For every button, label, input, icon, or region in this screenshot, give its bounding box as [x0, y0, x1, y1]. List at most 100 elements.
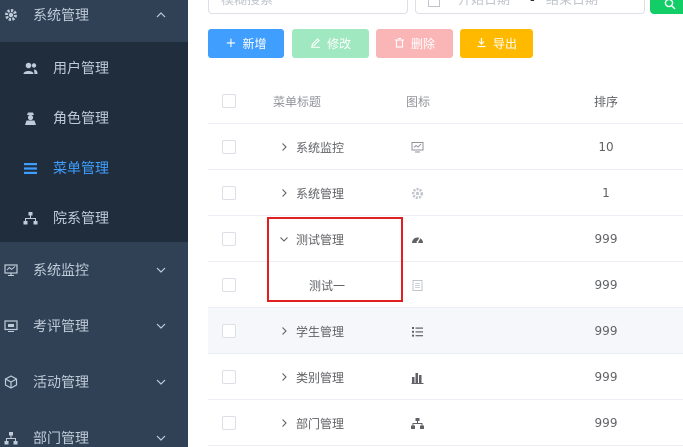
main-content: 模糊搜索 开始日期 - 结束日期 + 新增 修改 删除 导出 菜单标题 图标 排… [188, 0, 683, 447]
tree-icon [3, 430, 19, 446]
row-checkbox[interactable] [222, 232, 236, 246]
expand-arrow-icon[interactable] [278, 417, 290, 429]
row-sort: 999 [594, 370, 618, 384]
gear-icon [410, 186, 424, 200]
table-row[interactable]: 部门管理 999 [208, 400, 683, 446]
tree-icon [410, 416, 424, 430]
list-icon [410, 324, 424, 338]
doc-icon [410, 278, 424, 292]
edit-button[interactable]: 修改 [292, 29, 369, 58]
sidebar-group-department[interactable]: 部门管理 [0, 410, 188, 447]
sidebar-item-label: 角色管理 [53, 111, 109, 127]
chevron-down-icon [155, 376, 167, 388]
row-checkbox[interactable] [222, 186, 236, 200]
row-checkbox[interactable] [222, 416, 236, 430]
row-checkbox[interactable] [222, 324, 236, 338]
sidebar-item-label: 用户管理 [53, 61, 109, 77]
table-row[interactable]: 系统管理 1 [208, 170, 683, 216]
screen-icon [3, 318, 19, 334]
sidebar-item-menus[interactable]: 菜单管理 [0, 143, 188, 193]
search-placeholder: 模糊搜索 [221, 0, 274, 8]
plus-icon: + [225, 36, 237, 51]
user-icon [23, 61, 38, 76]
role-icon [23, 111, 38, 126]
row-title: 学生管理 [296, 324, 345, 339]
add-button[interactable]: + 新增 [208, 29, 284, 58]
row-sort: 999 [594, 232, 618, 246]
row-sort: 999 [594, 416, 618, 430]
select-all-checkbox[interactable] [222, 94, 236, 108]
search-input[interactable]: 模糊搜索 [208, 0, 408, 14]
sidebar-group-activity[interactable]: 活动管理 [0, 354, 188, 410]
row-title-cell: 学生管理 [278, 308, 398, 354]
row-title: 部门管理 [296, 416, 345, 431]
chevron-down-icon [155, 432, 167, 444]
tree-icon [23, 211, 38, 226]
sidebar-group-label: 部门管理 [33, 431, 89, 447]
delete-button-label: 删除 [410, 37, 435, 51]
sidebar-group-label: 系统监控 [33, 263, 89, 279]
search-icon [664, 0, 676, 10]
sidebar-group-label: 考评管理 [33, 319, 89, 335]
expand-arrow-icon[interactable] [278, 371, 290, 383]
gear-icon [3, 7, 19, 23]
row-title: 系统监控 [296, 140, 345, 155]
column-header-title: 菜单标题 [273, 94, 322, 109]
date-start-placeholder: 开始日期 [458, 0, 511, 8]
list-icon [23, 161, 38, 176]
row-sort: 10 [598, 140, 614, 154]
row-title-cell: 系统监控 [278, 124, 398, 170]
column-header-icon: 图标 [406, 94, 431, 109]
column-header-sort: 排序 [593, 94, 618, 109]
submenu-system: 用户管理 角色管理 菜单管理 院系管理 [0, 42, 188, 242]
chevron-down-icon [155, 264, 167, 276]
bar-chart-icon [410, 370, 424, 384]
cube-icon [3, 374, 19, 390]
date-range-picker[interactable]: 开始日期 - 结束日期 [415, 0, 645, 14]
sidebar: 用户管理 角色管理 菜单管理 院系管理 系统管理 系统监控 考评管理 活动管理 … [0, 0, 188, 447]
export-button[interactable]: 导出 [460, 29, 533, 58]
row-title-cell: 类别管理 [278, 354, 398, 400]
expand-arrow-icon[interactable] [278, 141, 290, 153]
row-title-cell: 系统管理 [278, 170, 398, 216]
table-row[interactable]: 类别管理 999 [208, 354, 683, 400]
sidebar-item-departments[interactable]: 院系管理 [0, 193, 188, 243]
calendar-icon [428, 0, 440, 7]
sidebar-group-evaluation[interactable]: 考评管理 [0, 298, 188, 354]
search-button[interactable] [650, 0, 683, 14]
edit-button-label: 修改 [326, 37, 351, 51]
chevron-up-icon [155, 9, 167, 21]
row-sort: 1 [602, 186, 610, 200]
row-title-cell: 部门管理 [278, 400, 398, 446]
highlight-annotation-box [267, 217, 403, 302]
table-row[interactable]: 学生管理 999 [208, 308, 683, 354]
sidebar-item-label: 院系管理 [53, 211, 109, 227]
row-checkbox[interactable] [222, 370, 236, 384]
row-checkbox[interactable] [222, 140, 236, 154]
table-header: 菜单标题 图标 排序 [208, 78, 683, 124]
delete-button[interactable]: 删除 [376, 29, 453, 58]
row-title: 类别管理 [296, 370, 345, 385]
download-icon [476, 37, 487, 51]
monitor-icon [410, 140, 424, 154]
row-sort: 999 [594, 278, 618, 292]
sidebar-item-users[interactable]: 用户管理 [0, 43, 188, 93]
table-row[interactable]: 系统监控 10 [208, 124, 683, 170]
row-title: 系统管理 [296, 186, 345, 201]
monitor-icon [3, 262, 19, 278]
sidebar-group-monitor[interactable]: 系统监控 [0, 242, 188, 298]
date-separator: - [530, 0, 535, 8]
chevron-down-icon [155, 320, 167, 332]
sidebar-group-label: 活动管理 [33, 375, 89, 391]
row-sort: 999 [594, 324, 618, 338]
sidebar-group-system[interactable]: 系统管理 [0, 0, 188, 43]
trash-icon [394, 37, 405, 51]
sidebar-item-roles[interactable]: 角色管理 [0, 93, 188, 143]
expand-arrow-icon[interactable] [278, 325, 290, 337]
edit-icon [310, 37, 321, 51]
row-checkbox[interactable] [222, 278, 236, 292]
expand-arrow-icon[interactable] [278, 187, 290, 199]
export-button-label: 导出 [492, 37, 517, 51]
date-end-placeholder: 结束日期 [546, 0, 599, 8]
sidebar-item-label: 菜单管理 [53, 161, 109, 177]
